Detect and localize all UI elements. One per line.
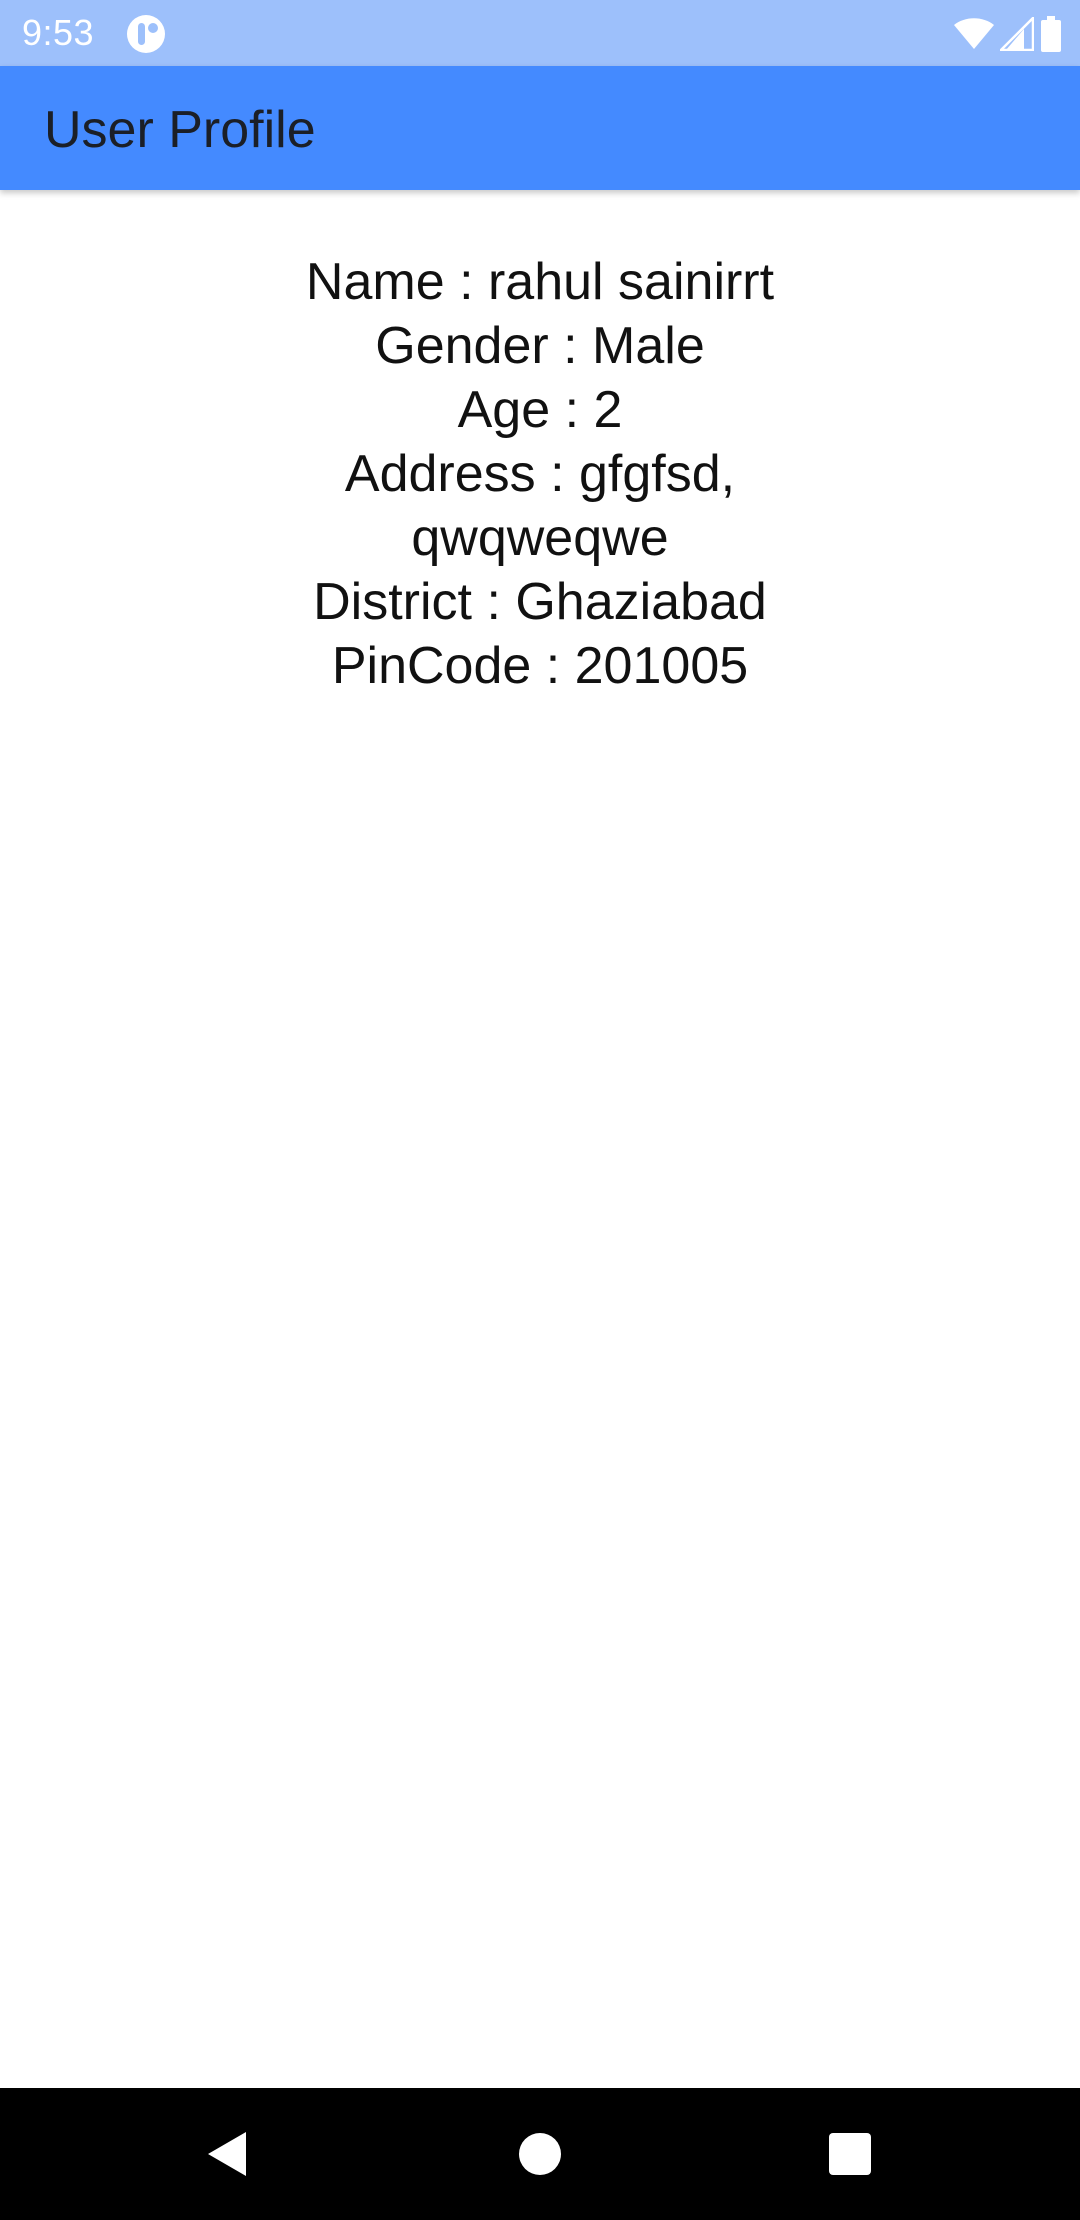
cellular-signal-icon [1000, 17, 1034, 51]
app-bar: User Profile [0, 66, 1080, 190]
profile-gender: Gender : Male [375, 317, 705, 375]
profile-address: Address : gfgfsd, [344, 445, 736, 503]
profile-details: Name : rahul sainirrt Gender : Male Age … [0, 250, 1080, 698]
status-icons [954, 14, 1062, 54]
back-icon[interactable] [200, 2126, 256, 2182]
home-icon[interactable] [512, 2126, 568, 2182]
navigation-bar [0, 2088, 1080, 2220]
app-notification-icon [127, 15, 165, 53]
profile-name: Name : rahul sainirrt [305, 253, 775, 311]
profile-address-line-2: qwqweqwe [411, 509, 669, 567]
recents-icon[interactable] [822, 2126, 878, 2182]
battery-icon [1041, 16, 1061, 52]
profile-district: District : Ghaziabad [313, 573, 767, 631]
profile-pincode: PinCode : 201005 [331, 637, 749, 695]
wifi-icon [954, 18, 994, 49]
page-title: User Profile [44, 101, 316, 159]
status-time: 9:53 [22, 12, 95, 53]
status-bar: 9:53 [0, 0, 1080, 66]
profile-age: Age : 2 [457, 381, 623, 439]
